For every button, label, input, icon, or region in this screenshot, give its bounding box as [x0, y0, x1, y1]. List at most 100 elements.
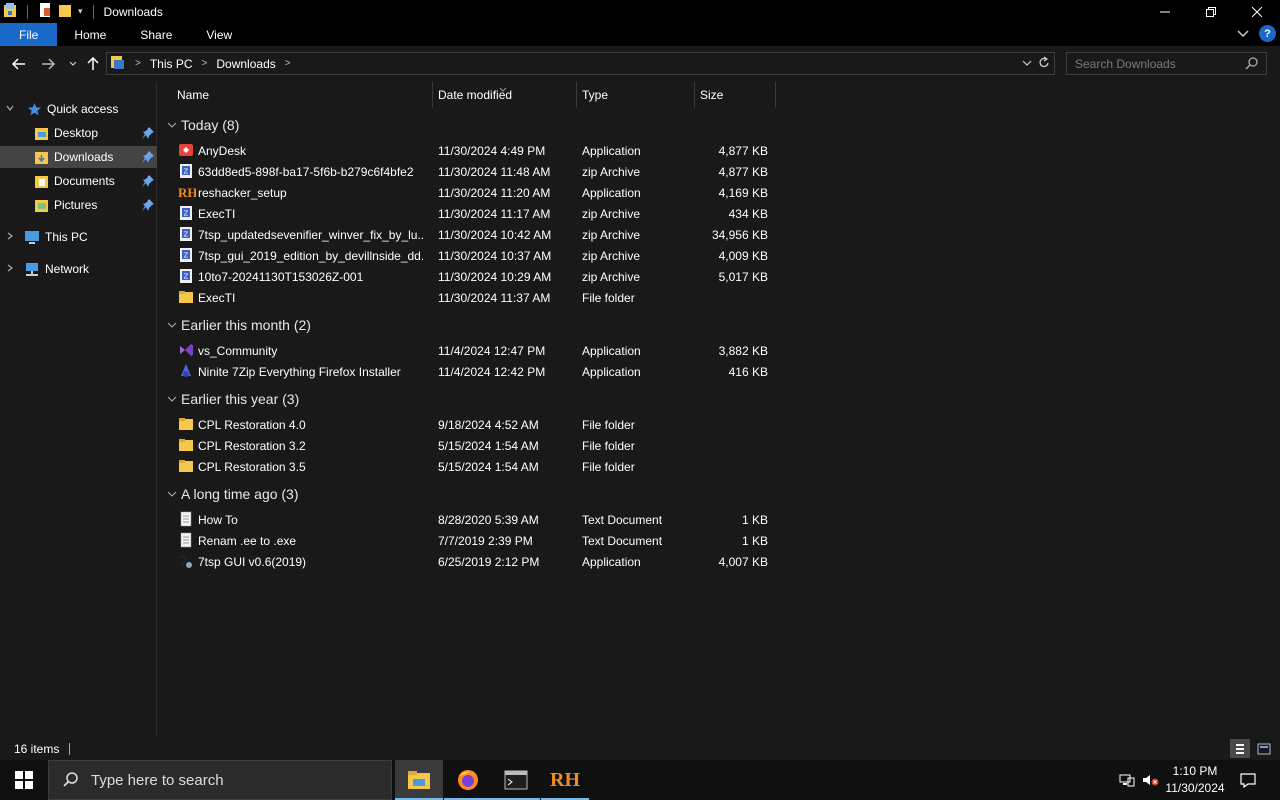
- taskbar-search[interactable]: Type here to search: [48, 760, 392, 800]
- tray-volume-muted-icon[interactable]: [1140, 760, 1162, 800]
- taskbar-firefox[interactable]: [444, 760, 492, 800]
- nav-quick-access[interactable]: Quick access: [0, 98, 157, 120]
- group-header[interactable]: Today (8): [167, 117, 239, 133]
- new-folder-icon[interactable]: [58, 2, 72, 21]
- breadcrumb-separator[interactable]: >: [202, 58, 208, 69]
- group-header[interactable]: Earlier this month (2): [167, 317, 311, 333]
- file-row[interactable]: ExecTI 11/30/2024 11:37 AM File folder: [157, 287, 777, 308]
- help-icon[interactable]: ?: [1259, 25, 1276, 42]
- taskbar-search-placeholder: Type here to search: [91, 771, 224, 789]
- resource-hacker-icon: RH: [550, 768, 580, 791]
- tab-view[interactable]: View: [189, 23, 249, 46]
- forward-button[interactable]: [38, 54, 58, 74]
- group-header[interactable]: A long time ago (3): [167, 486, 299, 502]
- file-name: ExecTI: [198, 207, 236, 221]
- file-type: Application: [582, 555, 641, 569]
- file-name: AnyDesk: [198, 144, 247, 158]
- recent-locations-button[interactable]: [63, 54, 83, 74]
- zip-icon: Z: [178, 205, 194, 221]
- group-collapse-icon[interactable]: [167, 395, 181, 403]
- search-icon: [63, 771, 79, 790]
- nav-item-desktop[interactable]: Desktop: [0, 122, 157, 144]
- restore-button[interactable]: [1188, 0, 1234, 23]
- address-bar[interactable]: > This PC > Downloads >: [106, 52, 1055, 75]
- breadcrumb-this-pc[interactable]: This PC: [150, 57, 193, 71]
- search-icon[interactable]: [1245, 57, 1258, 73]
- group-header[interactable]: Earlier this year (3): [167, 391, 299, 407]
- large-icons-view-button[interactable]: [1254, 739, 1274, 758]
- 7tsp-icon: 7: [178, 553, 194, 570]
- file-row[interactable]: Z 63dd8ed5-898f-ba17-5f6b-b279c6f4bfe2 11/…: [157, 161, 777, 182]
- nav-item-documents[interactable]: Documents: [0, 170, 157, 192]
- breadcrumb-downloads[interactable]: Downloads: [216, 57, 275, 71]
- file-row[interactable]: How To 8/28/2020 5:39 AM Text Document 1 KB: [157, 509, 777, 530]
- taskbar-file-explorer[interactable]: [395, 760, 443, 800]
- breadcrumb-separator[interactable]: >: [285, 58, 291, 69]
- file-row[interactable]: Z 7tsp_updatedsevenifier_winver_fix_by_lu…: [157, 224, 777, 245]
- pin-icon[interactable]: [141, 150, 155, 167]
- refresh-icon[interactable]: [1038, 56, 1050, 72]
- nav-this-pc[interactable]: This PC: [0, 226, 157, 248]
- file-name: vs_Community: [198, 344, 278, 358]
- properties-icon[interactable]: [38, 2, 52, 21]
- collapsed-chevron-icon[interactable]: [6, 264, 14, 275]
- file-row[interactable]: AnyDesk 11/30/2024 4:49 PM Application 4,87…: [157, 140, 777, 161]
- terminal-icon: [504, 770, 528, 790]
- nav-item-downloads[interactable]: Downloads: [0, 146, 157, 168]
- pin-icon[interactable]: [141, 174, 155, 191]
- pin-icon[interactable]: [141, 126, 155, 143]
- file-row[interactable]: RH reshacker_setup 11/30/2024 11:20 AM Appl…: [157, 182, 777, 203]
- file-row[interactable]: vs_Community 11/4/2024 12:47 PM Applicatio…: [157, 340, 777, 361]
- tab-home[interactable]: Home: [57, 23, 123, 46]
- expand-ribbon-icon[interactable]: [1237, 27, 1249, 41]
- file-row[interactable]: 7 7tsp GUI v0.6(2019) 6/25/2019 2:12 PM App…: [157, 551, 777, 572]
- back-button[interactable]: [9, 54, 29, 74]
- file-row[interactable]: CPL Restoration 3.5 5/15/2024 1:54 AM File…: [157, 456, 777, 477]
- quick-access-dropdown-icon[interactable]: ▾: [78, 6, 83, 17]
- file-row[interactable]: Z ExecTI 11/30/2024 11:17 AM zip Archive 434…: [157, 203, 777, 224]
- details-view-button[interactable]: [1230, 739, 1250, 758]
- file-row[interactable]: Renam .ee to .exe 7/7/2019 2:39 PM Text Do…: [157, 530, 777, 551]
- tab-share[interactable]: Share: [123, 23, 189, 46]
- file-row[interactable]: CPL Restoration 4.0 9/18/2024 4:52 AM File…: [157, 414, 777, 435]
- tray-network-icon[interactable]: [1116, 760, 1138, 800]
- pin-icon[interactable]: [141, 198, 155, 215]
- file-row[interactable]: CPL Restoration 3.2 5/15/2024 1:54 AM File…: [157, 435, 777, 456]
- file-name: CPL Restoration 3.2: [198, 439, 306, 453]
- breadcrumb-separator[interactable]: >: [135, 58, 141, 69]
- column-header-date-modified[interactable]: Date modified: [433, 82, 577, 108]
- nav-network[interactable]: Network: [0, 258, 157, 280]
- taskbar-resource-hacker[interactable]: RH: [541, 760, 589, 800]
- search-input[interactable]: [1075, 56, 1235, 71]
- file-row[interactable]: Z 7tsp_gui_2019_edition_by_devillnside_dd…: [157, 245, 777, 266]
- file-type: Application: [582, 144, 641, 158]
- ribbon-tabs: File Home Share View ?: [0, 23, 1280, 46]
- close-button[interactable]: [1234, 0, 1280, 23]
- group-collapse-icon[interactable]: [167, 121, 181, 129]
- tab-file[interactable]: File: [0, 23, 58, 46]
- file-size: 1 KB: [741, 513, 768, 527]
- start-button[interactable]: [0, 760, 48, 800]
- minimize-button[interactable]: [1142, 0, 1188, 23]
- file-date-modified: 5/15/2024 1:54 AM: [438, 460, 539, 474]
- address-history-icon[interactable]: [1022, 57, 1032, 71]
- file-date-modified: 11/30/2024 11:37 AM: [438, 291, 551, 305]
- group-collapse-icon[interactable]: [167, 321, 181, 329]
- svg-text:Z: Z: [184, 210, 189, 218]
- explorer-icon[interactable]: [3, 2, 17, 21]
- column-header-name[interactable]: Name: [172, 82, 433, 108]
- notifications-icon[interactable]: [1234, 760, 1262, 800]
- up-button[interactable]: [83, 54, 103, 74]
- file-row[interactable]: Ninite 7Zip Everything Firefox Installer…: [157, 361, 777, 382]
- column-header-type[interactable]: Type: [577, 82, 695, 108]
- column-header-size[interactable]: Size: [695, 82, 776, 108]
- collapsed-chevron-icon[interactable]: [6, 232, 14, 243]
- search-box[interactable]: [1066, 52, 1267, 75]
- nav-item-pictures[interactable]: Pictures: [0, 194, 157, 216]
- expanded-chevron-icon[interactable]: [6, 104, 14, 115]
- file-row[interactable]: Z 10to7-20241130T153026Z-001 11/30/2024 10…: [157, 266, 777, 287]
- group-collapse-icon[interactable]: [167, 490, 181, 498]
- taskbar-terminal[interactable]: [492, 760, 540, 800]
- clock[interactable]: 1:10 PM 11/30/2024: [1160, 763, 1230, 797]
- file-name: How To: [198, 513, 238, 527]
